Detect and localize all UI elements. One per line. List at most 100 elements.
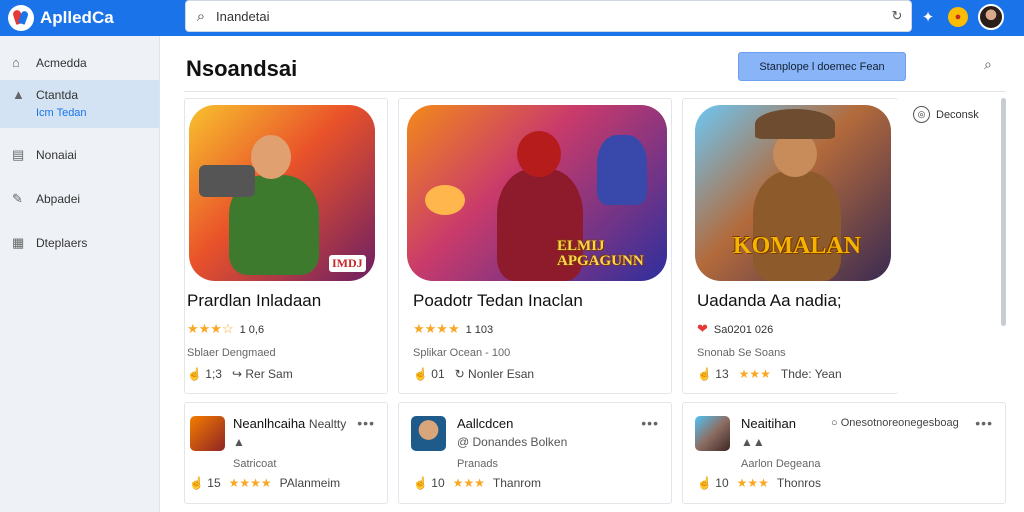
- sidebar-item-label: Dteplaers: [36, 236, 88, 250]
- avatar[interactable]: [978, 4, 1004, 30]
- sidebar-item-label: Abpadei: [36, 192, 81, 206]
- sidebar-item-label: Acmedda: [36, 56, 87, 70]
- sidebar: ⌂ Acmedda ▲ Ctantda Icm Tedan ▤ Nonaiai …: [0, 36, 160, 512]
- sidebar-item-label: Ctantda: [36, 88, 79, 102]
- game-thumbnail[interactable]: [411, 416, 446, 451]
- game-title[interactable]: Neanlhcaiha Nealtty: [233, 416, 346, 431]
- search-icon[interactable]: ⌕: [984, 56, 1002, 74]
- like-count: 1;3: [205, 367, 222, 381]
- brand-logo-icon: [8, 5, 34, 31]
- top-bar: AplledCa ⌕ ↻ ✦ ●: [0, 0, 1024, 36]
- game-title[interactable]: Uadanda Aa nadia;: [697, 291, 842, 311]
- game-meta-text: Snonab Se Soans: [697, 347, 786, 359]
- grid-icon: ▤: [12, 147, 25, 162]
- game-category: Aarlon Degeana: [741, 458, 821, 470]
- sidebar-item-updates[interactable]: ✎ Abpadei: [0, 172, 159, 216]
- like-button[interactable]: ☝ 10: [413, 476, 445, 490]
- card-actions: ☝ 10 ★★★ Thonros: [697, 476, 821, 490]
- search-bar[interactable]: ⌕ ↻: [185, 0, 912, 32]
- game-meta: Sblaer Dengmaed: [187, 347, 276, 359]
- page-title: Nsoandsai: [186, 56, 298, 81]
- game-title[interactable]: Prardlan Inladaan: [187, 291, 321, 311]
- notification-icon[interactable]: ●: [948, 7, 968, 27]
- card-actions: ☝ 10 ★★★ Thanrom: [413, 476, 541, 490]
- game-category: Satricoat: [233, 458, 277, 470]
- card-actions: ☝ 15 ★★★★ PAlanmeim: [189, 476, 340, 490]
- hero-helmet: [755, 109, 835, 139]
- share-label: Rer Sam: [245, 367, 293, 381]
- scrollbar[interactable]: [1001, 98, 1006, 326]
- bookmark-button[interactable]: ◎ Deconsk: [913, 106, 979, 123]
- star-rating: ★★★★: [228, 476, 272, 490]
- hero-figure: [753, 171, 841, 281]
- game-artwork[interactable]: IMDJ: [189, 105, 375, 281]
- like-button[interactable]: ☝ 01: [413, 367, 445, 381]
- search-icon: ⌕: [196, 7, 206, 25]
- star-rating: ❤ Sa0201 026: [697, 321, 774, 336]
- like-button[interactable]: ☝ 15: [189, 476, 221, 490]
- featured-card[interactable]: KOMALAN Uadanda Aa nadia; ❤ Sa0201 026 Sn…: [682, 98, 898, 394]
- featured-card[interactable]: ELMIJ APGAGUNN Poadotr Tedan Inaclan ★★★…: [398, 98, 672, 394]
- divider: [184, 91, 1006, 92]
- game-title[interactable]: Poadotr Tedan Inaclan: [413, 291, 583, 311]
- hero-head: [251, 135, 291, 179]
- sidebar-item-apps[interactable]: ▤ Nonaiai: [0, 128, 159, 172]
- game-title-extra: Nealtty: [308, 417, 347, 431]
- share-button[interactable]: ↪ Rer Sam: [232, 367, 293, 381]
- sidebar-item-developers[interactable]: ▦ Dteplaers: [0, 216, 159, 260]
- share-button[interactable]: ↻ Nonler Esan: [455, 367, 534, 381]
- card-label: Thanrom: [492, 476, 541, 490]
- card-label: Thonros: [776, 476, 821, 490]
- card-label: PAlanmeim: [279, 476, 341, 490]
- star-rating: ★★★☆ 1 0,6: [187, 321, 265, 336]
- star-rating: ★★★: [452, 476, 485, 490]
- follow-badge[interactable]: ○ Onesotnoreonegesboag: [831, 417, 959, 429]
- more-options-icon[interactable]: •••: [357, 415, 375, 431]
- game-thumbnail[interactable]: [695, 416, 730, 451]
- top-icons: ✦ ●: [918, 4, 1004, 30]
- sidebar-item-sublabel: Icm Tedan: [36, 107, 87, 119]
- star-rating: ★★★: [736, 476, 769, 490]
- fireball: [425, 185, 465, 215]
- game-artwork[interactable]: KOMALAN: [695, 105, 891, 281]
- like-button[interactable]: ☝ 10: [697, 476, 729, 490]
- like-button[interactable]: ☝ 13: [697, 367, 729, 381]
- voice-search-icon[interactable]: ↻: [883, 8, 911, 24]
- like-count: 01: [431, 367, 445, 381]
- sidebar-item-home[interactable]: ⌂ Acmedda: [0, 36, 159, 80]
- card-actions: ☝ 01 ↻ Nonler Esan: [413, 367, 534, 381]
- game-thumbnail[interactable]: [190, 416, 225, 451]
- game-meta: Snonab Se Soans: [697, 347, 786, 359]
- like-count: 15: [207, 476, 221, 490]
- card-actions: ☝ 1;3 ↪ Rer Sam: [187, 367, 293, 381]
- sidebar-item-active[interactable]: ▲ Ctantda Icm Tedan: [0, 80, 159, 128]
- like-button[interactable]: ☝ 1;3: [187, 367, 222, 381]
- apps-icon[interactable]: ✦: [918, 7, 938, 27]
- more-options-icon[interactable]: •••: [641, 415, 659, 431]
- hero-weapon: [199, 165, 255, 197]
- featured-card[interactable]: IMDJ Prardlan Inladaan ★★★☆ 1 0,6 Sblaer …: [184, 98, 388, 394]
- primary-action-button[interactable]: Stanplope l doemec Fean: [738, 52, 906, 81]
- game-title[interactable]: Neaitihan: [741, 416, 796, 431]
- rating-value: Sa0201 026: [713, 324, 774, 336]
- search-input[interactable]: [216, 8, 883, 24]
- game-artwork[interactable]: ELMIJ APGAGUNN: [407, 105, 667, 281]
- home-icon: ⌂: [12, 55, 20, 70]
- brand[interactable]: AplledCa: [8, 4, 114, 32]
- sidebar-item-label: Nonaiai: [36, 148, 77, 162]
- rating-value: 1 0,6: [239, 324, 265, 336]
- game-list-card[interactable]: Aallcdcen @ Donandes Bolken Pranads ••• …: [398, 402, 672, 504]
- more-options-icon[interactable]: •••: [975, 415, 993, 431]
- art-caption: KOMALAN: [733, 233, 861, 259]
- game-title[interactable]: Aallcdcen: [457, 416, 513, 431]
- game-list-card[interactable]: Neanlhcaiha Nealtty ▲ Satricoat ••• ☝ 15…: [184, 402, 388, 504]
- star-rating: ★★★★ 1 103: [413, 321, 494, 336]
- hero-head: [517, 131, 561, 177]
- game-list-card[interactable]: Neaitihan ▲▲ Aarlon Degeana ○ Onesotnore…: [682, 402, 1006, 504]
- game-icon: ▲: [12, 87, 25, 102]
- game-category: Pranads: [457, 458, 498, 470]
- share-label: Thde: Yean: [780, 367, 842, 381]
- brand-name: AplledCa: [40, 8, 114, 27]
- game-meta: Splikar Ocean - 100: [413, 347, 511, 359]
- art-caption: IMDJ: [329, 255, 366, 272]
